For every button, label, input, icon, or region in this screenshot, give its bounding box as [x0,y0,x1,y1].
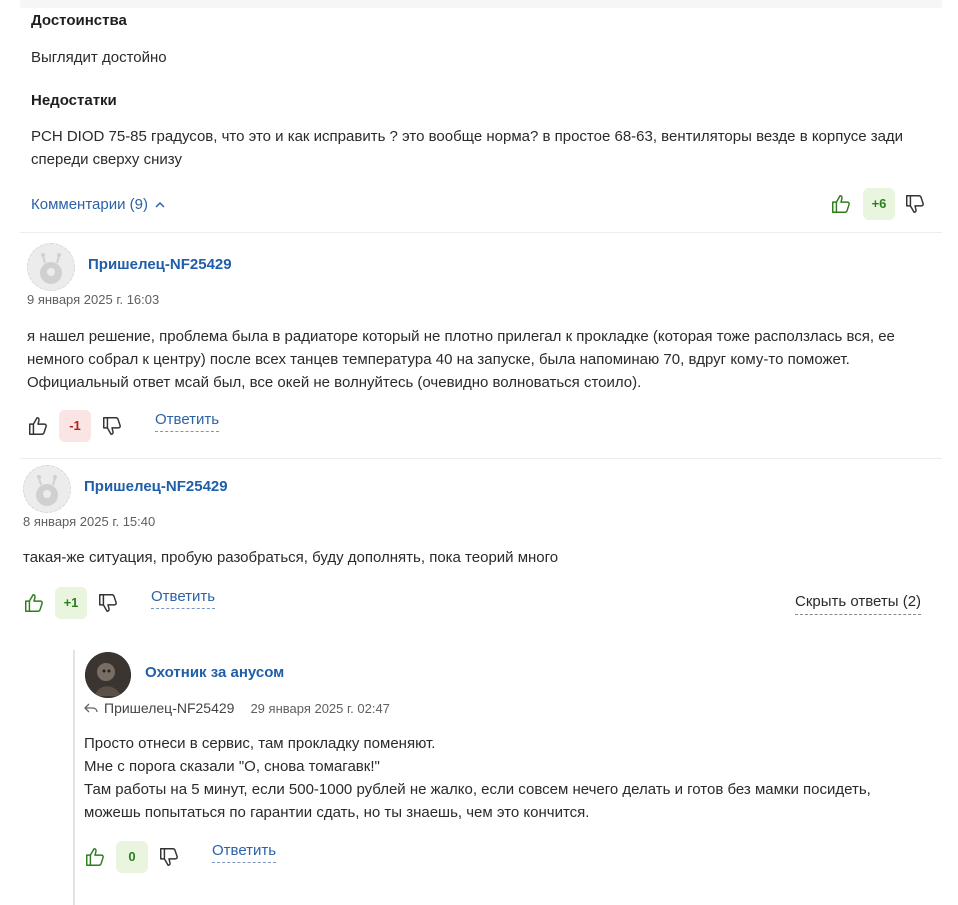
comment-author[interactable]: Пришелец-NF25429 [84,478,228,495]
reply-author[interactable]: Охотник за анусом [145,664,284,681]
comments-toggle-label: Комментарии (9) [31,196,148,213]
thread-line [73,650,75,905]
comment-vote-score: -1 [59,410,91,442]
divider [20,232,942,233]
thumbs-down-icon[interactable] [904,193,926,215]
review-vote-score: +6 [863,188,895,220]
thumbs-up-icon[interactable] [27,415,49,437]
comment-text-line: я нашел решение, проблема была в радиато… [27,328,895,345]
divider [20,458,942,459]
comments-toggle[interactable]: Комментарии (9) [31,193,166,216]
reply-text-line: Там работы на 5 минут, если 500-1000 руб… [84,781,871,798]
thumbs-up-icon[interactable] [830,193,852,215]
avatar [23,465,71,513]
alien-avatar-icon [40,253,62,284]
top-strip [20,0,942,8]
comment-date: 8 января 2025 г. 15:40 [23,514,156,529]
thumbs-down-icon[interactable] [158,846,180,868]
pros-heading: Достоинства [31,12,127,29]
comment-text-line: Официальный ответ мсай был, все окей не … [27,374,642,391]
reply-to-author[interactable]: Пришелец-NF25429 [104,700,234,716]
reply-text-line: можешь попытаться по гарантии сдать, но … [84,804,590,821]
avatar [27,243,75,291]
thumbs-up-icon[interactable] [84,846,106,868]
chevron-up-icon [155,201,165,208]
reply-button[interactable]: Ответить [155,411,220,432]
comment-date: 9 января 2025 г. 16:03 [27,292,160,307]
reply-text-line: Просто отнеси в сервис, там прокладку по… [84,735,436,752]
comment-vote-score: +1 [55,587,87,619]
avatar [85,652,131,698]
reply-button[interactable]: Ответить [151,588,216,609]
comment-text-line: такая-же ситуация, пробую разобраться, б… [23,549,559,566]
reply-vote-score: 0 [116,841,148,873]
reply-text-line: Мне с порога сказали "О, снова томагавк!… [84,758,380,775]
cons-heading: Недостатки [31,92,117,109]
hunter-avatar-icon [85,652,131,698]
thumbs-down-icon[interactable] [97,592,119,614]
reply-arrow-icon [84,703,98,713]
comment-author[interactable]: Пришелец-NF25429 [88,256,232,273]
hide-replies-button[interactable]: Скрыть ответы (2) [795,593,922,615]
thumbs-up-icon[interactable] [23,592,45,614]
reply-date: 29 января 2025 г. 02:47 [250,700,390,716]
cons-text-line2: спереди сверху снизу [31,151,182,168]
comment-text-line: немного собрал к центру) после всех танц… [27,351,850,368]
reply-button[interactable]: Ответить [212,842,277,863]
reply-meta: Пришелец-NF25429 29 января 2025 г. 02:47 [84,700,390,716]
cons-text-line1: PCH DIOD 75-85 градусов, что это и как и… [31,128,904,145]
thumbs-down-icon[interactable] [101,415,123,437]
pros-text: Выглядит достойно [31,49,167,66]
alien-avatar-icon [36,475,58,506]
